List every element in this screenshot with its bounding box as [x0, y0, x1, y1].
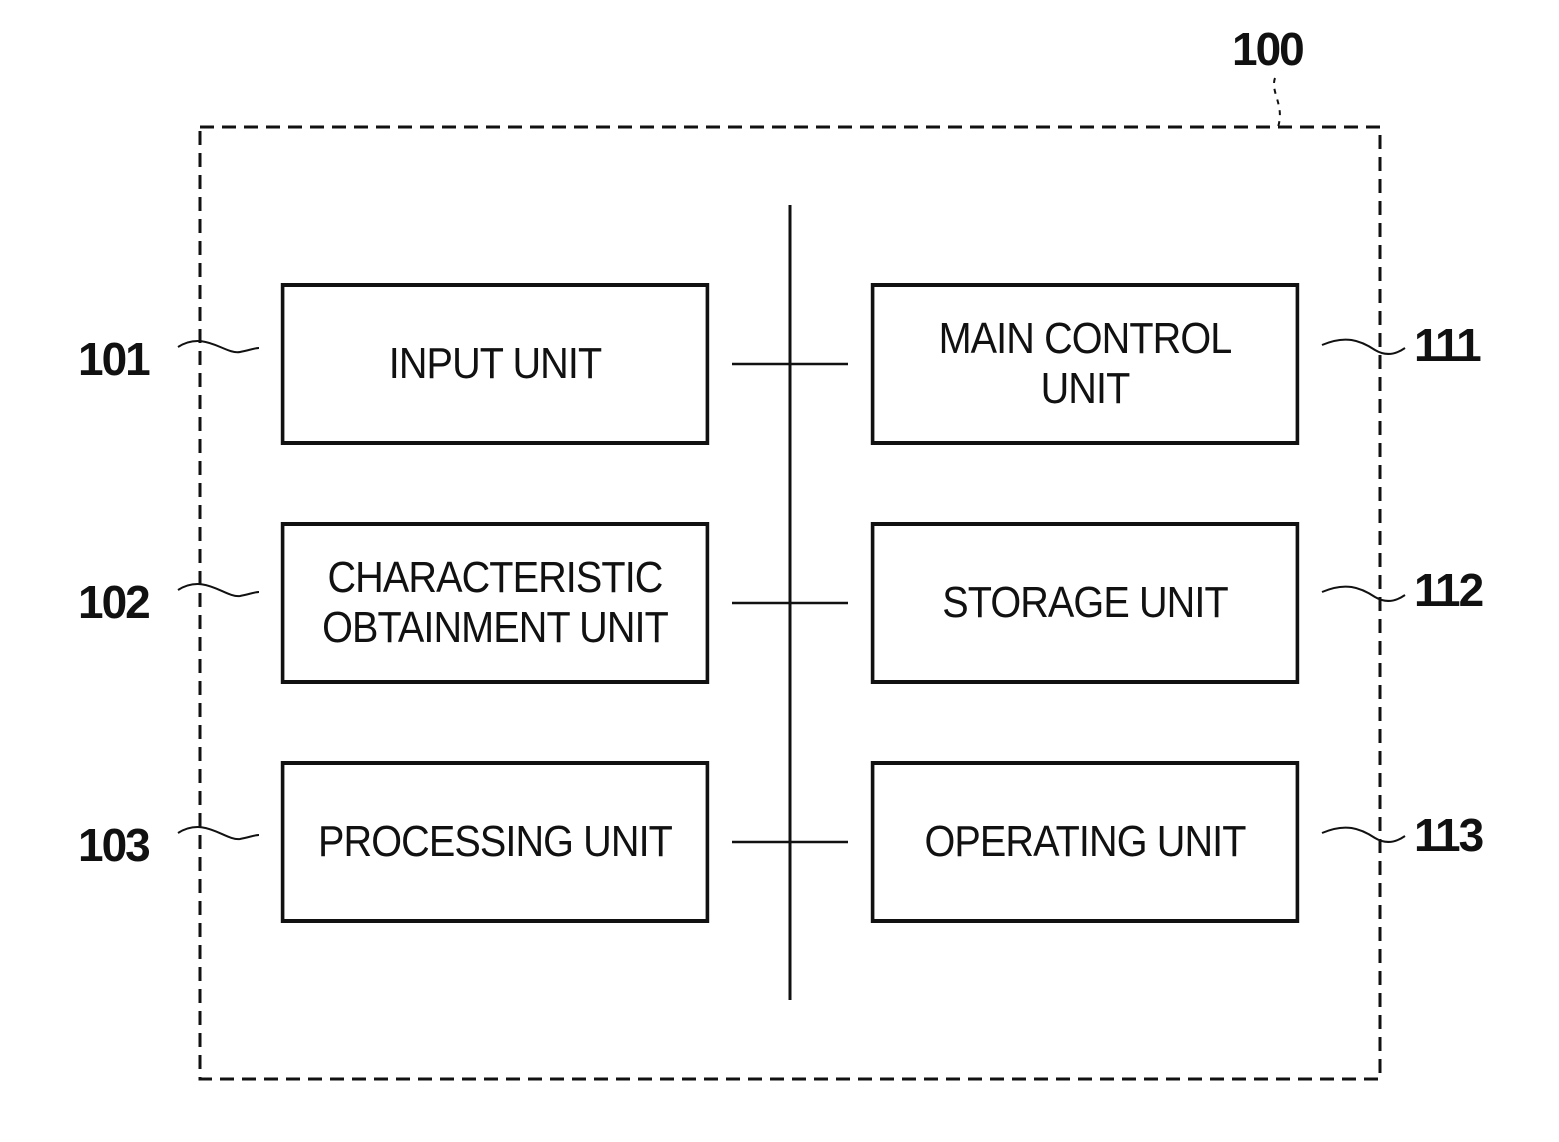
ref-101: 101 [78, 333, 151, 385]
storage-unit-label: STORAGE UNIT [942, 578, 1228, 627]
ref-103: 103 [78, 819, 151, 871]
input-unit-block: INPUT UNIT [280, 283, 710, 445]
leader-101 [177, 340, 260, 354]
main-control-unit-block: MAIN CONTROL UNIT [870, 283, 1300, 445]
diagram-lines [177, 77, 1406, 1081]
leader-100 [1272, 77, 1281, 128]
leader-103 [177, 826, 260, 841]
ref-112: 112 [1414, 564, 1484, 616]
operating-unit-block: OPERATING UNIT [870, 761, 1300, 923]
leader-111 [1321, 338, 1406, 355]
characteristic-obtainment-unit-label: CHARACTERISTIC OBTAINMENT UNIT [322, 553, 669, 652]
ref-111: 111 [1414, 319, 1482, 371]
characteristic-obtainment-unit-block: CHARACTERISTIC OBTAINMENT UNIT [280, 522, 710, 684]
ref-113: 113 [1414, 809, 1484, 861]
leader-112 [1321, 585, 1406, 602]
operating-unit-label: OPERATING UNIT [924, 817, 1246, 866]
processing-unit-block: PROCESSING UNIT [280, 761, 710, 923]
input-unit-label: INPUT UNIT [388, 339, 602, 388]
leader-102 [177, 583, 260, 598]
ref-100: 100 [1232, 23, 1305, 75]
storage-unit-block: STORAGE UNIT [870, 522, 1300, 684]
leader-113 [1321, 826, 1406, 843]
processing-unit-label: PROCESSING UNIT [318, 817, 673, 866]
ref-102: 102 [78, 576, 151, 628]
main-control-unit-label: MAIN CONTROL UNIT [938, 314, 1233, 413]
